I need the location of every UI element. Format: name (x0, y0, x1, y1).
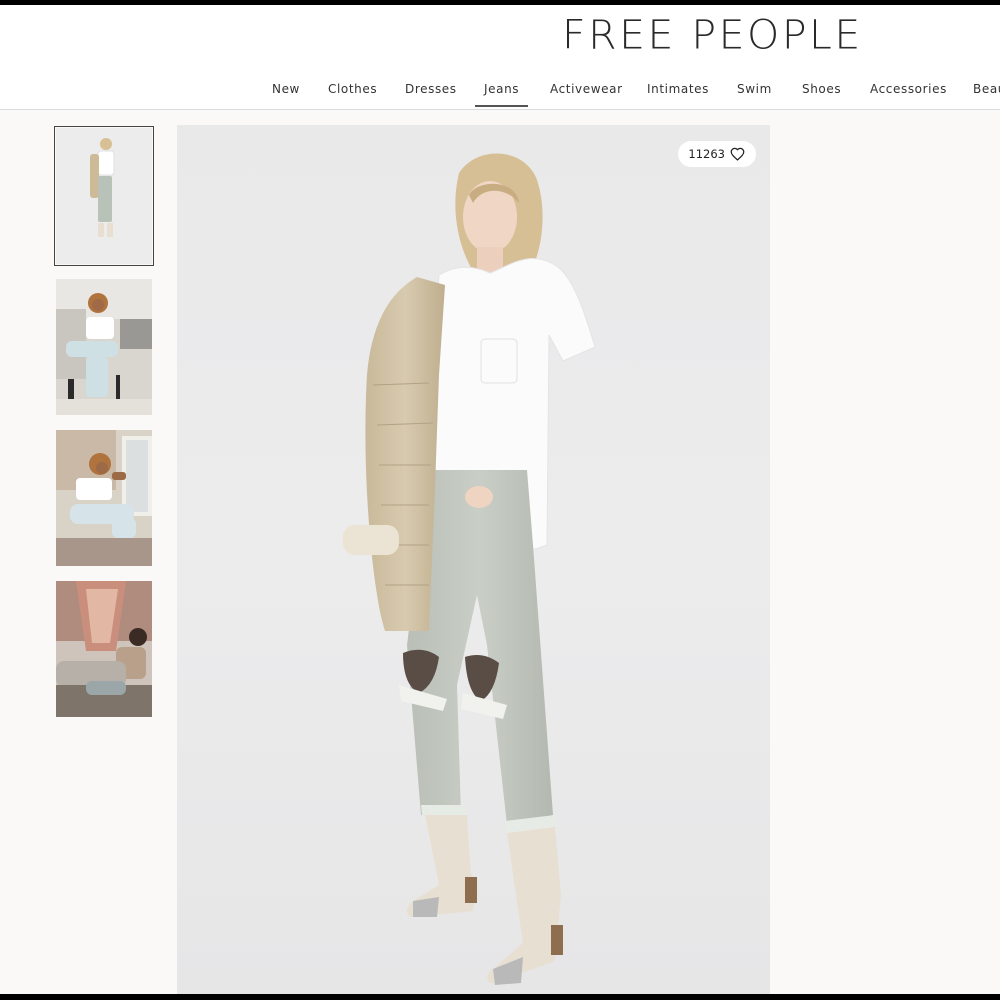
nav-item-swim[interactable]: Swim (737, 82, 772, 105)
nav-item-clothes[interactable]: Clothes (328, 82, 377, 105)
nav-item-activewear[interactable]: Activewear (550, 82, 623, 105)
thumbnail-3[interactable] (56, 430, 152, 566)
product-page: FREE PEOPLE New Clothes Dresses Jeans Ac… (0, 5, 1000, 994)
favorite-count: 11263 (688, 147, 725, 161)
heart-icon (730, 147, 745, 161)
thumbnail-4[interactable] (56, 581, 152, 717)
nav-item-dresses[interactable]: Dresses (405, 82, 457, 105)
nav-item-new[interactable]: New (272, 82, 300, 105)
brand-logo[interactable]: FREE PEOPLE (562, 11, 863, 58)
nav-item-jeans[interactable]: Jeans (475, 82, 529, 107)
nav-item-accessories[interactable]: Accessories (870, 82, 947, 105)
site-header: FREE PEOPLE New Clothes Dresses Jeans Ac… (0, 5, 1000, 110)
nav-item-beauty[interactable]: Beau (973, 82, 1000, 105)
main-product-image[interactable]: 11263 (177, 125, 770, 994)
main-product-photo (343, 153, 596, 985)
thumbnail-2[interactable] (56, 279, 152, 415)
nav-item-intimates[interactable]: Intimates (647, 82, 709, 105)
main-nav: New Clothes Dresses Jeans Activewear Int… (0, 82, 1000, 110)
nav-item-shoes[interactable]: Shoes (802, 82, 841, 105)
thumbnail-4-image (56, 581, 152, 717)
favorite-button[interactable]: 11263 (678, 141, 756, 167)
thumbnail-1-image (56, 128, 152, 264)
thumbnail-3-image (56, 430, 152, 566)
thumbnail-1[interactable] (54, 126, 154, 266)
thumbnail-2-image (56, 279, 152, 415)
